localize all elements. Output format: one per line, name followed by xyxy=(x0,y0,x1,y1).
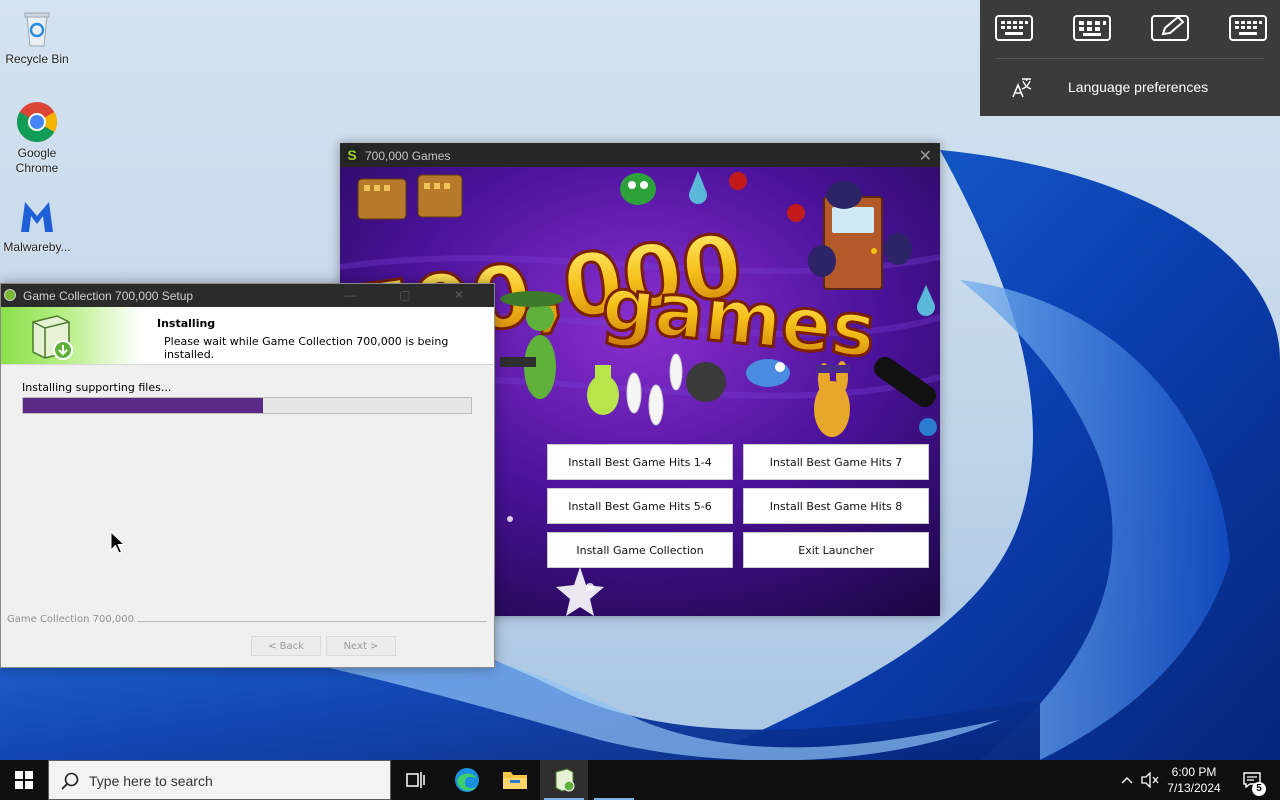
task-view-button[interactable] xyxy=(392,760,440,800)
clock-time: 6:00 PM xyxy=(1171,765,1217,779)
handwriting-button[interactable] xyxy=(1150,10,1190,46)
file-explorer-icon xyxy=(503,772,527,789)
notification-center-button[interactable]: 5 xyxy=(1234,760,1270,800)
taskbar-edge[interactable] xyxy=(443,760,491,800)
taskbar: Type here to search 6:00 PM 7/13/2024 5 xyxy=(0,760,1280,800)
show-hidden-icons[interactable] xyxy=(1118,760,1136,800)
desktop-icon-recycle-bin[interactable]: Recycle Bin xyxy=(0,6,74,67)
taskbar-open-app[interactable] xyxy=(590,760,638,800)
install-best-game-hits-8-button[interactable]: Install Best Game Hits 8 xyxy=(743,488,929,524)
chevron-up-icon xyxy=(1121,777,1133,784)
notification-count-badge: 5 xyxy=(1252,782,1266,796)
install-status-text: Installing supporting files... xyxy=(22,381,172,394)
progress-fill xyxy=(23,398,263,413)
install-game-collection-button[interactable]: Install Game Collection xyxy=(547,532,733,568)
language-preferences-label: Language preferences xyxy=(1068,79,1209,95)
language-flyout: Language preferences xyxy=(980,0,1280,116)
launcher-logo-icon: S xyxy=(344,147,360,163)
keyboard-icon xyxy=(1073,15,1111,41)
keyboard-icon xyxy=(1229,15,1267,41)
keyboard-icon xyxy=(995,15,1033,41)
install-best-game-hits-5-6-button[interactable]: Install Best Game Hits 5-6 xyxy=(547,488,733,524)
installer-box-icon xyxy=(32,315,73,360)
speaker-muted-icon xyxy=(1141,772,1159,788)
taskbar-clock[interactable]: 6:00 PM 7/13/2024 xyxy=(1162,764,1226,796)
header-subtitle: Please wait while Game Collection 700,00… xyxy=(164,335,449,361)
task-view-icon xyxy=(406,772,425,788)
pen-input-icon xyxy=(1151,15,1189,41)
keyboard-layouts-row xyxy=(980,10,1280,48)
keyboard-layout-button[interactable] xyxy=(994,10,1034,46)
exit-launcher-button[interactable]: Exit Launcher xyxy=(743,532,929,568)
desktop-icon-label: Recycle Bin xyxy=(5,52,69,66)
taskbar-search-box[interactable]: Type here to search xyxy=(48,760,391,800)
desktop-icon-malwarebytes[interactable]: Malwareby... xyxy=(0,194,74,255)
desktop-icon-label: Google Chrome xyxy=(15,146,59,175)
recycle-bin-icon xyxy=(24,12,50,47)
setup-window: Game Collection 700,000 Setup — ▢ ✕ Inst… xyxy=(0,283,495,668)
install-best-game-hits-1-4-button[interactable]: Install Best Game Hits 1-4 xyxy=(547,444,733,480)
windows-logo-icon xyxy=(15,771,33,789)
taskbar-installer[interactable] xyxy=(540,760,588,800)
keyboard-layout-button[interactable] xyxy=(1072,10,1112,46)
window-controls: — ▢ ✕ xyxy=(343,288,484,302)
flyout-divider xyxy=(996,58,1264,59)
desktop-icon-chrome[interactable]: Google Chrome xyxy=(0,100,74,176)
start-button[interactable] xyxy=(0,760,48,800)
edge-icon xyxy=(455,768,479,792)
install-best-game-hits-7-button[interactable]: Install Best Game Hits 7 xyxy=(743,444,929,480)
language-preferences-link[interactable]: Language preferences xyxy=(980,66,1280,108)
setup-title: Game Collection 700,000 Setup xyxy=(23,289,194,303)
volume-tray[interactable] xyxy=(1140,760,1160,800)
setup-brand-text: Game Collection 700,000 xyxy=(7,614,134,625)
close-icon[interactable]: ✕ xyxy=(919,146,932,166)
language-icon xyxy=(1012,78,1032,98)
clock-date: 7/13/2024 xyxy=(1167,781,1221,795)
brand-divider xyxy=(137,621,487,622)
install-progress-bar xyxy=(22,397,472,414)
back-button[interactable]: < Back xyxy=(251,636,321,656)
chrome-icon xyxy=(17,102,57,142)
next-button[interactable]: Next > xyxy=(326,636,396,656)
malwarebytes-icon xyxy=(21,202,53,232)
setup-app-icon xyxy=(4,289,16,301)
search-icon xyxy=(61,772,79,790)
keyboard-layout-button[interactable] xyxy=(1228,10,1268,46)
launcher-title: 700,000 Games xyxy=(365,149,451,163)
taskbar-file-explorer[interactable] xyxy=(491,760,539,800)
setup-header: Installing Please wait while Game Collec… xyxy=(1,307,494,365)
installer-icon xyxy=(555,768,575,792)
setup-titlebar[interactable]: Game Collection 700,000 Setup — ▢ ✕ xyxy=(1,284,494,307)
search-placeholder: Type here to search xyxy=(89,773,213,789)
header-title: Installing xyxy=(157,317,216,330)
mouse-cursor-icon xyxy=(110,531,126,554)
launcher-titlebar[interactable]: S 700,000 Games ✕ xyxy=(340,143,940,167)
desktop-icon-label: Malwareby... xyxy=(3,240,71,254)
